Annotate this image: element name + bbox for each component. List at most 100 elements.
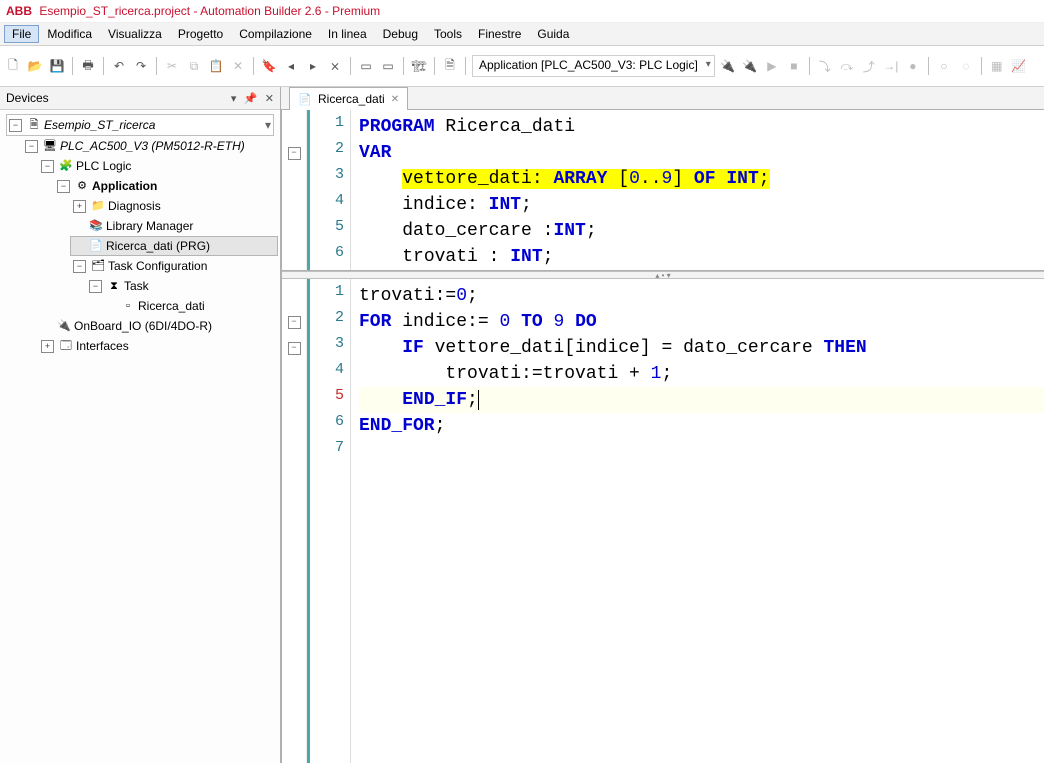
chart-icon[interactable]: 📈 — [1010, 57, 1028, 75]
paste-icon[interactable]: 📋 — [207, 57, 225, 75]
delete-icon[interactable]: ✕ — [229, 57, 247, 75]
window-title-bar: ABB Esempio_ST_ricerca.project - Automat… — [0, 0, 1044, 23]
editor-tab-ricerca[interactable]: 📄 Ricerca_dati ✕ — [289, 87, 408, 110]
fold-toggle-icon[interactable]: − — [288, 316, 301, 329]
open-icon[interactable]: 📂 — [26, 57, 44, 75]
task-icon: ⧗ — [107, 279, 121, 293]
folder-icon: 📁 — [91, 199, 105, 213]
menu-visualizza[interactable]: Visualizza — [100, 25, 170, 43]
collapse-icon[interactable]: − — [57, 180, 70, 193]
step-into-icon[interactable]: ⤵ — [816, 57, 834, 75]
tree-application[interactable]: − ⚙ Application — [54, 176, 278, 196]
copy-icon[interactable]: ⧉ — [185, 57, 203, 75]
redo-icon[interactable]: ↷ — [132, 57, 150, 75]
tree-diagnosis[interactable]: + 📁 Diagnosis — [70, 196, 278, 216]
tree-onboard-io-label: OnBoard_IO (6DI/4DO-R) — [74, 317, 212, 335]
fold-toggle-icon[interactable]: − — [288, 342, 301, 355]
tree-interfaces[interactable]: + 🗔 Interfaces — [38, 336, 278, 356]
bookmark-clear-icon[interactable]: ⨯ — [326, 57, 344, 75]
run-to-icon[interactable]: →| — [882, 57, 900, 75]
menu-modifica[interactable]: Modifica — [39, 25, 100, 43]
tree-root[interactable]: − 🗎 Esempio_ST_ricerca ▾ — [6, 114, 274, 136]
tree-application-label: Application — [92, 177, 157, 195]
tree-task-label: Task — [124, 277, 149, 295]
collapse-icon[interactable]: − — [73, 260, 86, 273]
bp-new-icon[interactable]: ○ — [935, 57, 953, 75]
menu-finestre[interactable]: Finestre — [470, 25, 529, 43]
fold-toggle-icon[interactable]: − — [288, 147, 301, 160]
trace-icon[interactable]: ▦ — [988, 57, 1006, 75]
expand-icon[interactable]: + — [73, 200, 86, 213]
application-combo[interactable]: Application [PLC_AC500_V3: PLC Logic] — [472, 55, 715, 77]
panel-dropdown-icon[interactable]: ▾ — [231, 93, 237, 105]
new-icon[interactable]: 🗋 — [4, 57, 22, 75]
tree-interfaces-label: Interfaces — [76, 337, 129, 355]
pou-icon: 📄 — [89, 239, 103, 253]
login-icon[interactable]: 🔌 — [719, 57, 737, 75]
devices-panel-header: Devices ▾ 📌 ✕ — [0, 87, 280, 110]
stop-icon[interactable]: ■ — [785, 57, 803, 75]
editor-tab-strip: 📄 Ricerca_dati ✕ — [281, 87, 1044, 110]
root-dropdown-icon[interactable]: ▾ — [265, 116, 271, 134]
app-logo: ABB — [6, 4, 32, 18]
logout-icon[interactable]: 🔌 — [741, 57, 759, 75]
menu-progetto[interactable]: Progetto — [170, 25, 231, 43]
expand-icon[interactable]: + — [41, 340, 54, 353]
tree-plc-label: PLC_AC500_V3 (PM5012-R-ETH) — [60, 137, 245, 155]
tree-task[interactable]: − ⧗ Task — [86, 276, 278, 296]
collapse-icon[interactable]: − — [89, 280, 102, 293]
tree-plc[interactable]: − 🖥 PLC_AC500_V3 (PM5012-R-ETH) — [22, 136, 278, 156]
tree-plc-logic[interactable]: − 🧩 PLC Logic — [38, 156, 278, 176]
menu-inlinea[interactable]: In linea — [320, 25, 375, 43]
interfaces-icon: 🗔 — [59, 339, 73, 353]
collapse-icon[interactable]: − — [25, 140, 38, 153]
build-icon[interactable]: 🏗 — [410, 57, 428, 75]
bp-disable-icon[interactable]: ◌ — [957, 57, 975, 75]
tree-root-label: Esempio_ST_ricerca — [44, 116, 155, 134]
menu-bar: File Modifica Visualizza Progetto Compil… — [0, 23, 1044, 46]
tree-onboard-io[interactable]: 🔌 OnBoard_IO (6DI/4DO-R) — [38, 316, 278, 336]
window-icon[interactable]: ▭ — [357, 57, 375, 75]
menu-file[interactable]: File — [4, 25, 39, 43]
library-icon: 📚 — [89, 219, 103, 233]
menu-guida[interactable]: Guida — [529, 25, 577, 43]
tree-task-config-label: Task Configuration — [108, 257, 207, 275]
tab-close-icon[interactable]: ✕ — [391, 94, 399, 105]
devices-panel-title: Devices — [6, 91, 49, 105]
find-icon[interactable]: 🔖 — [260, 57, 278, 75]
menu-debug[interactable]: Debug — [375, 25, 426, 43]
panel-close-icon[interactable]: ✕ — [265, 93, 274, 105]
step-out-icon[interactable]: ⤴ — [860, 57, 878, 75]
start-icon[interactable]: ▶ — [763, 57, 781, 75]
tree-library-manager[interactable]: 📚 Library Manager — [70, 216, 278, 236]
tree-task-config[interactable]: − 🗂 Task Configuration — [70, 256, 278, 276]
print-icon[interactable]: 🖶 — [79, 57, 97, 75]
step-over-icon[interactable]: ⤼ — [838, 57, 856, 75]
declaration-editor[interactable]: − 1234567 PROGRAM Ricerca_dati VAR vetto… — [282, 110, 1044, 271]
body-editor[interactable]: − − 1234567 trovati:=0; FOR indice:= 0 T… — [282, 279, 1044, 763]
collapse-icon[interactable]: − — [41, 160, 54, 173]
bookmark-next-icon[interactable]: ▸ — [304, 57, 322, 75]
tree-library-label: Library Manager — [106, 217, 193, 235]
menu-compilazione[interactable]: Compilazione — [231, 25, 320, 43]
pane-splitter[interactable]: ▴ • ▾ — [282, 271, 1044, 279]
tree-pou-label: Ricerca_dati (PRG) — [106, 237, 210, 255]
plc-logic-icon: 🧩 — [59, 159, 73, 173]
tree-task-pou[interactable]: ▫ Ricerca_dati — [102, 296, 278, 316]
tree-pou-ricerca[interactable]: 📄 Ricerca_dati (PRG) — [70, 236, 278, 256]
body-code[interactable]: trovati:=0; FOR indice:= 0 TO 9 DO IF ve… — [351, 279, 1044, 763]
breakpoint-icon[interactable]: ● — [904, 57, 922, 75]
project-icon: 🗎 — [27, 118, 41, 132]
collapse-icon[interactable]: − — [9, 119, 22, 132]
cut-icon[interactable]: ✂ — [163, 57, 181, 75]
doc-icon[interactable]: 🗎 — [441, 57, 459, 75]
bookmark-prev-icon[interactable]: ◂ — [282, 57, 300, 75]
device-tree[interactable]: − 🗎 Esempio_ST_ricerca ▾ − 🖥 PLC_AC500_V… — [0, 110, 280, 763]
panel-pin-icon[interactable]: 📌 — [244, 93, 258, 105]
tree-plc-logic-label: PLC Logic — [76, 157, 131, 175]
declaration-code[interactable]: PROGRAM Ricerca_dati VAR vettore_dati: A… — [351, 110, 1044, 270]
undo-icon[interactable]: ↶ — [110, 57, 128, 75]
menu-tools[interactable]: Tools — [426, 25, 470, 43]
window2-icon[interactable]: ▭ — [379, 57, 397, 75]
save-icon[interactable]: 💾 — [48, 57, 66, 75]
